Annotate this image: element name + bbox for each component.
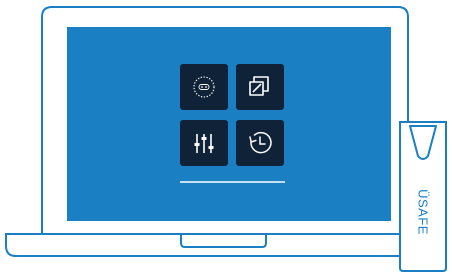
tile-history[interactable] xyxy=(236,120,284,166)
laptop-usb-illustration xyxy=(5,6,447,272)
usafe-logo-text: ÜSAFE xyxy=(415,189,431,235)
tile-sliders[interactable] xyxy=(180,120,228,166)
laptop-screen xyxy=(67,27,391,221)
sliders-icon xyxy=(194,134,214,153)
tile-speedometer[interactable] xyxy=(180,64,228,110)
laptop-base xyxy=(5,233,401,257)
tile-window-restore[interactable] xyxy=(236,64,284,110)
